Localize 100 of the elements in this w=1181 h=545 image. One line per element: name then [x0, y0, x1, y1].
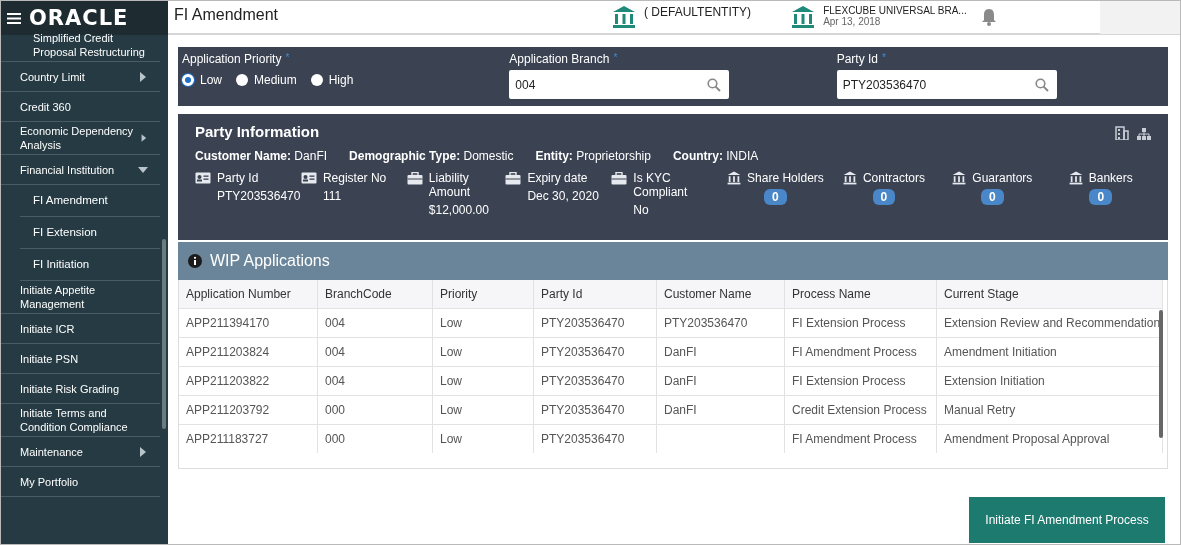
summary-text: Customer Name: DanFI: [195, 149, 328, 163]
table-cell: FI Extension Process: [784, 308, 937, 338]
sidebar-item[interactable]: Initiate PSN: [1, 344, 160, 374]
table-cell: 004: [317, 337, 433, 367]
sidebar-item[interactable]: Initiate Appetite Management: [1, 281, 160, 314]
initiate-button[interactable]: Initiate FI Amendment Process: [969, 497, 1165, 543]
detail-value: 111: [322, 189, 343, 203]
table-cell: PTY203536470: [533, 337, 657, 367]
column-header: Application Number: [179, 280, 318, 309]
table-cell: Low: [432, 308, 534, 338]
bank-icon: [791, 5, 816, 29]
table-cell: PTY203536470: [533, 366, 657, 396]
relation-label: Contractors: [862, 171, 925, 185]
column-header: Party Id: [533, 280, 657, 309]
table-cell: PTY203536470: [656, 308, 785, 338]
briefcase-icon: [611, 172, 628, 185]
sidebar-item[interactable]: Financial Institution: [1, 155, 160, 185]
column-header: BranchCode: [317, 280, 433, 309]
sidebar-item[interactable]: My Portfolio: [1, 467, 160, 497]
menu-button[interactable]: [7, 12, 21, 24]
bank-icon: [612, 5, 636, 29]
summary-text: Entity: Proprietorship: [535, 149, 651, 163]
detail-label: Register No: [322, 171, 387, 185]
count-badge[interactable]: 0: [764, 189, 787, 205]
bank-icon: [842, 171, 857, 185]
section-title: WIP Applications: [210, 252, 330, 270]
bank-icon: [1068, 171, 1083, 185]
table-cell: Low: [432, 366, 534, 396]
column-header: Customer Name: [656, 280, 785, 309]
table-cell: APP211394170: [179, 308, 318, 338]
field-label: Application Branch: [509, 52, 610, 66]
required-mark: *: [613, 52, 618, 65]
table-cell: Low: [432, 395, 534, 425]
search-icon: [1034, 77, 1049, 92]
detail-value: No: [633, 203, 650, 217]
table-cell: DanFI: [656, 337, 785, 367]
sidebar-subitem[interactable]: FI Amendment: [20, 185, 160, 217]
column-header: Process Name: [784, 280, 937, 309]
detail-value: Dec 30, 2020: [527, 189, 599, 203]
sidebar-item[interactable]: Initiate Risk Grading: [1, 374, 160, 404]
search-field[interactable]: PTY203536470: [836, 70, 1057, 99]
summary-text: Country: INDIA: [672, 149, 759, 163]
hierarchy-icon: [1137, 128, 1151, 140]
table-cell: 004: [317, 308, 433, 338]
radio-option[interactable]: High: [310, 73, 354, 87]
sidebar-item[interactable]: Initiate Terms and Condition Compliance: [1, 404, 160, 437]
detail-label: Party Id: [217, 171, 260, 185]
entity-name: ( DEFAULTENTITY): [644, 5, 752, 19]
logo: ORACLE: [29, 6, 129, 30]
field-label: Application Priority: [182, 52, 282, 66]
section-title: Party Information: [195, 123, 320, 140]
sidebar-item[interactable]: Country Limit: [1, 62, 160, 92]
table-cell: Low: [432, 337, 534, 367]
sidebar-item[interactable]: Credit 360: [1, 92, 160, 122]
detail-label: Liability Amount: [428, 171, 472, 199]
count-badge[interactable]: 0: [872, 189, 896, 205]
sidebar-subitem[interactable]: FI Initiation: [20, 249, 160, 281]
table-cell: FI Amendment Process: [784, 424, 937, 453]
building-icon: [1115, 126, 1129, 140]
radio-option[interactable]: Medium: [236, 73, 297, 87]
briefcase-icon: [406, 172, 423, 185]
bell-icon: [980, 8, 997, 26]
table-cell: 004: [317, 366, 433, 396]
table-cell: Low: [432, 424, 534, 453]
count-badge[interactable]: 0: [1089, 189, 1113, 205]
relation-label: Bankers: [1088, 171, 1133, 185]
table-cell: APP211183727: [179, 424, 318, 453]
id-card-icon: [195, 172, 211, 184]
table-cell: FI Amendment Process: [784, 337, 937, 367]
radio-option[interactable]: Low: [182, 73, 222, 87]
summary-text: Demographic Type: Domestic: [349, 149, 514, 163]
notifications-button[interactable]: [980, 8, 997, 26]
table-cell: APP211203792: [179, 395, 318, 425]
table-cell: FI Extension Process: [784, 366, 937, 396]
table-cell: DanFI: [656, 366, 785, 396]
briefcase-icon: [505, 172, 522, 185]
table-cell: PTY203536470: [533, 395, 657, 425]
table-cell: 000: [317, 395, 433, 425]
sidebar-subitem[interactable]: FI Extension: [20, 217, 160, 249]
sidebar-item[interactable]: Initiate ICR: [1, 314, 160, 344]
sidebar-item[interactable]: Simplified Credit Proposal Restructuring: [1, 29, 160, 62]
search-field[interactable]: 004: [509, 70, 730, 99]
count-badge[interactable]: 0: [981, 189, 1004, 205]
info-icon: [188, 254, 202, 268]
sidebar-item[interactable]: Maintenance: [1, 437, 160, 467]
table-cell: Credit Extension Process: [784, 395, 937, 425]
id-card-icon: [300, 172, 317, 184]
branch-name: FLEXCUBE UNIVERSAL BRA...: [823, 5, 967, 16]
bank-icon: [952, 171, 967, 185]
column-header: Priority: [432, 280, 534, 309]
column-header: Current Stage: [936, 280, 1163, 309]
sidebar-item[interactable]: Economic Dependency Analysis: [1, 122, 160, 155]
table-cell: 000: [317, 424, 433, 453]
detail-value: PTY203536470: [217, 189, 301, 203]
detail-value: $12,000.00: [428, 203, 490, 217]
table-cell: APP211203824: [179, 337, 318, 367]
search-icon: [707, 77, 722, 92]
field-label: Party Id: [836, 52, 878, 66]
required-mark: *: [882, 52, 886, 65]
detail-label: Is KYC Compliant: [633, 171, 689, 199]
